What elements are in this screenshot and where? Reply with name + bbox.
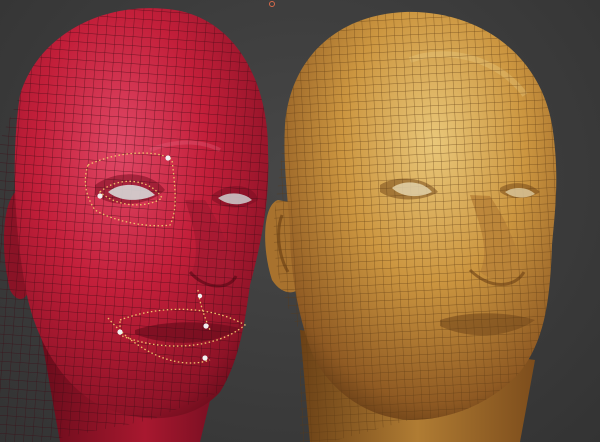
selection-point[interactable] (97, 193, 103, 199)
selection-point[interactable] (203, 323, 209, 329)
viewport-canvas[interactable] (0, 0, 600, 442)
selection-point[interactable] (202, 355, 208, 361)
right-head-model[interactable] (265, 0, 570, 442)
selection-point[interactable] (197, 293, 203, 299)
selection-point[interactable] (165, 155, 171, 161)
selection-point[interactable] (117, 329, 123, 335)
left-head-model[interactable] (0, 0, 280, 442)
3d-viewport[interactable] (0, 0, 600, 442)
transform-gizmo-icon[interactable] (269, 1, 275, 7)
